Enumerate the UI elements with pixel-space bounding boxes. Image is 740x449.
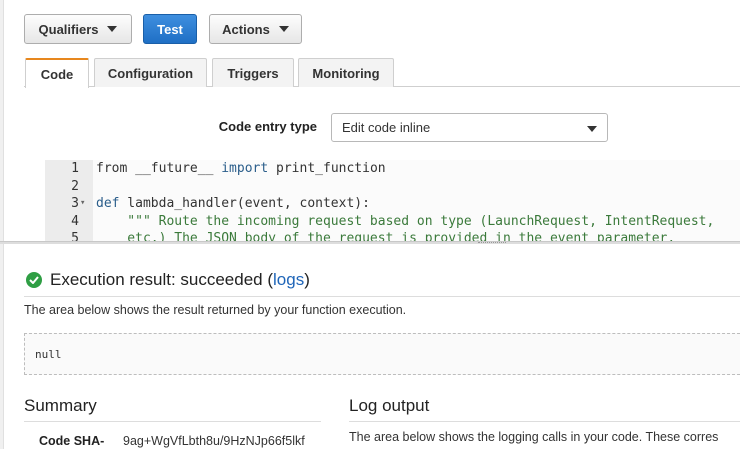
log-output-description: The area below shows the logging calls i… [349,430,719,444]
tab-label: Code [40,66,74,82]
chevron-down-icon [278,26,289,32]
divider [349,421,740,422]
tab-monitoring[interactable]: Monitoring [298,58,394,87]
tab-code[interactable]: Code [25,58,89,88]
check-circle-icon [26,272,42,288]
qualifiers-button[interactable]: Qualifiers [24,14,132,44]
code-token: def [96,196,120,211]
code-line[interactable]: 1 from __future__ import print_function [45,160,740,178]
execution-result-text: Execution result: succeeded ( [50,270,274,289]
code-text: etc.) The JSON body of the request is pr… [96,230,675,241]
code-line[interactable]: 3 ▾ def lambda_handler(event, context): [45,195,740,213]
chevron-down-icon [587,126,597,132]
panel-splitter[interactable] [0,241,740,244]
code-entry-type-label: Code entry type [218,119,317,134]
code-token: """ Route the incoming request based on … [96,213,715,229]
divider [24,296,740,297]
log-output-title: Log output [349,396,430,415]
code-text: """ Route the incoming request based on … [96,213,714,231]
test-label: Test [157,21,183,37]
result-output-box [24,333,740,375]
code-sha-label: Code SHA- [39,434,105,448]
code-editor[interactable]: 1 from __future__ import print_function 2 3… [45,160,740,241]
line-number: 4 [71,213,79,229]
execution-result-suffix: ) [304,270,310,289]
execution-result-description: The area below shows the result returned… [24,303,407,317]
actions-label: Actions [222,21,270,37]
summary-title: Summary [24,396,97,415]
code-token: lambda_handler(event, context): [119,196,370,211]
code-entry-type-value: Edit code inline [342,120,431,135]
fold-arrow-icon[interactable]: ▾ [80,195,85,213]
actions-button[interactable]: Actions [209,14,302,44]
tab-configuration[interactable]: Configuration [94,58,207,87]
tab-label: Triggers [227,65,279,81]
code-token: import [221,161,269,176]
chevron-down-icon [107,26,118,32]
execution-result-title: Execution result: succeeded (logs) [50,270,310,290]
line-number: 3 [71,196,79,211]
line-number: 5 [71,231,79,241]
code-line[interactable]: 5 etc.) The JSON body of the request is … [45,230,740,241]
code-entry-type-select[interactable]: Edit code inline [331,113,608,142]
tab-label: Monitoring [312,65,380,81]
line-number: 1 [71,161,79,176]
test-button[interactable]: Test [143,14,197,44]
code-token: print_function [268,161,386,176]
logs-link[interactable]: logs [273,270,304,289]
resize-handle-icon[interactable] [478,242,506,244]
qualifiers-label: Qualifiers [38,21,99,37]
code-text: def lambda_handler(event, context): [96,195,370,213]
tab-triggers[interactable]: Triggers [212,58,294,87]
tab-bar: Code Configuration Triggers Monitoring [24,57,740,88]
code-line[interactable]: 2 [45,178,740,196]
left-border [0,0,4,449]
tab-label: Configuration [107,65,194,81]
line-number: 2 [71,178,79,194]
code-token: from __future__ [96,161,222,176]
divider [24,421,321,422]
result-output-value: null [35,348,62,361]
code-text: from __future__ import print_function [96,160,386,178]
code-sha-value: 9ag+WgVfLbth8u/9HzNJp66f5lkf [123,434,305,448]
code-line[interactable]: 4 """ Route the incoming request based o… [45,213,740,231]
code-token: etc.) The JSON body of the request is pr… [96,231,676,241]
